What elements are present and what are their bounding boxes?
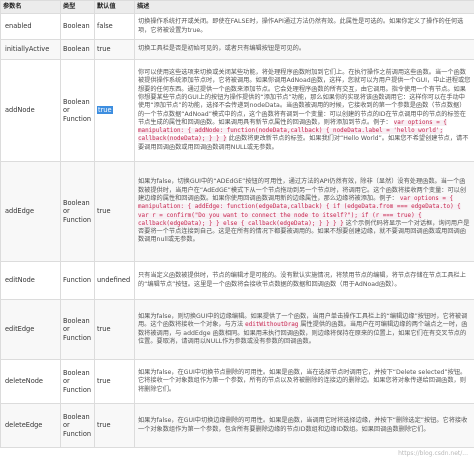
cell-type: Boolean or Function bbox=[60, 161, 95, 262]
cell-name: deleteNode bbox=[0, 359, 61, 404]
table-row: editNode Function undefined 只有当定义函数被提供时，… bbox=[0, 261, 474, 300]
cell-type: Boolean or Function bbox=[60, 359, 95, 404]
cell-desc: 切换操作系统打开或关闭。即使在FALSE时，操作API通过方法仍然有效。此属性是… bbox=[134, 13, 474, 40]
cell-desc: 如果为false，在GUI中切换边缘删除的可用性。如果是函数，当调用它时将选择边… bbox=[134, 403, 474, 448]
cell-name: addNode bbox=[0, 59, 61, 162]
cell-default: true bbox=[94, 39, 135, 60]
cell-desc: 只有当定义函数被提供时，节点的编辑才是可能的。没有默认实施情况，将禁用节点的编辑… bbox=[134, 261, 474, 300]
header-default: 默认值 bbox=[94, 0, 135, 14]
header-name: 参数名 bbox=[0, 0, 61, 14]
table-row: enabled Boolean false 切换操作系统打开或关闭。即使在FAL… bbox=[0, 13, 474, 40]
cell-desc: 如果为false，则切换GUI中的边缘编辑。如果提供了一个函数，当用户单击操作工… bbox=[134, 299, 474, 360]
cell-default: undefined bbox=[94, 261, 135, 300]
cell-desc: 切换工具栏是否是初始可见的，或者只有编辑按钮是可见的。 bbox=[134, 39, 474, 60]
cell-desc: 如果为false，在GUI中切换节点删除的可用性。如果是函数，当在选择节点时调用… bbox=[134, 359, 474, 404]
table-header-row: 参数名 类型 默认值 描述 bbox=[0, 0, 474, 14]
watermark: https://blog.csdn.net/... bbox=[398, 450, 468, 457]
cell-name: editNode bbox=[0, 261, 61, 300]
cell-name: deleteEdge bbox=[0, 403, 61, 448]
cell-default: true bbox=[94, 403, 135, 448]
cell-desc: 你可以使用这些选项来切换或关闭某些功能，将处理程序函数附加到它们上。在执行操作之… bbox=[134, 59, 474, 162]
cell-desc: 如果为false，切换GUI中的“ADEdGE”按钮的可用性，通过方法的API仍… bbox=[134, 161, 474, 262]
options-table: 参数名 类型 默认值 描述 enabled Boolean false 切换操作… bbox=[0, 0, 474, 448]
cell-type: Boolean or Function bbox=[60, 403, 95, 448]
cell-default: true bbox=[94, 161, 135, 262]
cell-default: true bbox=[94, 59, 135, 162]
cell-type: Boolean or Function bbox=[60, 59, 95, 162]
header-desc: 描述 bbox=[134, 0, 474, 14]
cell-type: Function bbox=[60, 261, 95, 300]
cell-type: Boolean or Function bbox=[60, 299, 95, 360]
header-type: 类型 bbox=[60, 0, 95, 14]
table-row: addEdge Boolean or Function true 如果为fals… bbox=[0, 161, 474, 262]
table-row: initiallyActive Boolean true 切换工具栏是否是初始可… bbox=[0, 39, 474, 60]
cell-name: addEdge bbox=[0, 161, 61, 262]
cell-name: editEdge bbox=[0, 299, 61, 360]
selected-default-value: true bbox=[97, 106, 113, 115]
cell-name: initiallyActive bbox=[0, 39, 61, 60]
desc-text: 你可以使用这些选项来切换或关闭某些功能，将处理程序函数附加到它们上。在执行操作之… bbox=[138, 69, 471, 126]
cell-type: Boolean bbox=[60, 13, 95, 40]
cell-type: Boolean bbox=[60, 39, 95, 60]
cell-default: true bbox=[94, 299, 135, 360]
code-snippet: editWithoutDrag bbox=[245, 322, 299, 329]
cell-name: enabled bbox=[0, 13, 61, 40]
cell-default: true bbox=[94, 359, 135, 404]
table-row: deleteEdge Boolean or Function true 如果为f… bbox=[0, 403, 474, 448]
table-row: addNode Boolean or Function true 你可以使用这些… bbox=[0, 59, 474, 162]
table-row: editEdge Boolean or Function true 如果为fal… bbox=[0, 299, 474, 360]
table-row: deleteNode Boolean or Function true 如果为f… bbox=[0, 359, 474, 404]
cell-default: false bbox=[94, 13, 135, 40]
